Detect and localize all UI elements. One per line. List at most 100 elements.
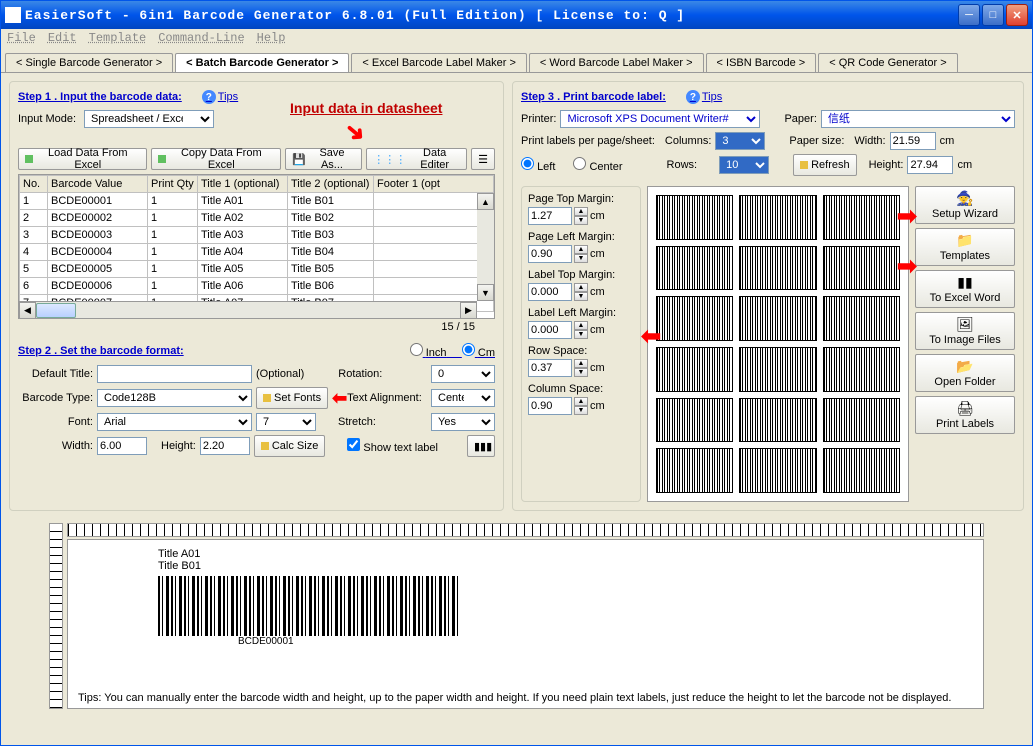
menu-help[interactable]: Help	[257, 31, 286, 47]
tab-word[interactable]: < Word Barcode Label Maker >	[529, 53, 704, 72]
paper-label: Paper:	[784, 113, 816, 125]
col-f1[interactable]: Footer 1 (opt	[374, 176, 494, 193]
to-image-files-button[interactable]: 🖼To Image Files	[915, 312, 1015, 350]
barcode-text: BCDE00001	[238, 636, 973, 647]
print-labels-button[interactable]: 🖨Print Labels	[915, 396, 1015, 434]
step3-tips-link[interactable]: Tips	[686, 90, 722, 104]
barcode-preview-area: Title A01 Title B01 BCDE00001 Tips: You …	[67, 539, 984, 709]
barcode-type-select[interactable]: Code128B	[97, 389, 252, 407]
columns-count-label: Columns:	[665, 135, 711, 147]
columns-select[interactable]: 3	[715, 132, 765, 150]
menu-bar: File Edit Template Command-Line Help	[1, 29, 1032, 49]
scroll-up-button[interactable]: ▲	[477, 193, 494, 210]
paper-width-label: Width:	[854, 135, 885, 147]
step1-tips-link[interactable]: Tips	[202, 90, 238, 104]
printer-select[interactable]: Microsoft XPS Document Writer#;1	[560, 110, 760, 128]
minimize-button[interactable]: ─	[958, 4, 980, 26]
text-align-select[interactable]: Center	[431, 389, 495, 407]
rotation-label: Rotation:	[338, 368, 382, 380]
menu-template[interactable]: Template	[89, 31, 147, 47]
label-left-input[interactable]	[528, 321, 572, 339]
data-grid[interactable]: No. Barcode Value Print Qty Title 1 (opt…	[18, 174, 495, 319]
scroll-down-button[interactable]: ▼	[477, 284, 494, 301]
font-select[interactable]: Arial	[97, 413, 252, 431]
unit-inch-radio[interactable]: Inch	[410, 347, 447, 359]
barcode-preview-button[interactable]: ▮▮▮	[467, 435, 495, 457]
width-input[interactable]	[97, 437, 147, 455]
optional-label: (Optional)	[256, 368, 304, 380]
templates-button[interactable]: 📁Templates	[915, 228, 1015, 266]
col-t2[interactable]: Title 2 (optional)	[288, 176, 374, 193]
left-panel: Step 1 . Input the barcode data: Tips In…	[9, 81, 504, 511]
align-left-radio[interactable]: Left	[521, 157, 555, 173]
font-size-select[interactable]: 7	[256, 413, 316, 431]
col-qty[interactable]: Print Qty	[148, 176, 198, 193]
ruler-horizontal	[67, 523, 984, 537]
step2-title: Step 2 . Set the barcode format:	[18, 345, 184, 357]
label-top-input[interactable]	[528, 283, 572, 301]
save-as-button[interactable]: 💾 Save As...	[285, 148, 362, 170]
page-left-input[interactable]	[528, 245, 572, 263]
paper-height-input[interactable]	[907, 156, 953, 174]
step1-title: Step 1 . Input the barcode data:	[18, 91, 182, 103]
paper-width-input[interactable]	[890, 132, 936, 150]
cm-label: cm	[940, 135, 955, 147]
tab-single[interactable]: < Single Barcode Generator >	[5, 53, 173, 72]
col-no[interactable]: No.	[20, 176, 48, 193]
data-editer-button[interactable]: ⋮⋮⋮ Data Editer	[366, 148, 467, 170]
cm-label: cm	[957, 159, 972, 171]
window-title: EasierSoft - 6in1 Barcode Generator 6.8.…	[25, 8, 956, 23]
calc-size-button[interactable]: Calc Size	[254, 435, 325, 457]
col-space-input[interactable]	[528, 397, 572, 415]
menu-file[interactable]: File	[7, 31, 36, 47]
input-mode-label: Input Mode:	[18, 113, 80, 125]
height-input[interactable]	[200, 437, 250, 455]
align-center-radio[interactable]: Center	[573, 157, 622, 173]
scroll-thumb[interactable]	[36, 303, 76, 318]
load-excel-button[interactable]: Load Data From Excel	[18, 148, 147, 170]
scroll-left-button[interactable]: ◀	[19, 302, 36, 319]
setup-wizard-button[interactable]: 🧙Setup Wizard	[915, 186, 1015, 224]
refresh-button[interactable]: Refresh	[793, 154, 857, 176]
preview-title1: Title A01	[158, 548, 973, 560]
extra-tools-button[interactable]: ☰	[471, 148, 495, 170]
stretch-label: Stretch:	[338, 416, 376, 428]
rows-select[interactable]: 10	[719, 156, 769, 174]
scroll-track[interactable]	[36, 302, 460, 319]
row-space-input[interactable]	[528, 359, 572, 377]
stretch-select[interactable]: Yes	[431, 413, 495, 431]
preview-title2: Title B01	[158, 560, 973, 572]
col-value[interactable]: Barcode Value	[48, 176, 148, 193]
width-label: Width:	[18, 440, 93, 452]
tab-batch[interactable]: < Batch Barcode Generator >	[175, 53, 349, 72]
default-title-input[interactable]	[97, 365, 252, 383]
tab-excel[interactable]: < Excel Barcode Label Maker >	[351, 53, 526, 72]
show-text-checkbox[interactable]: Show text label	[347, 438, 438, 454]
maximize-button[interactable]: □	[982, 4, 1004, 26]
text-align-label: Text Alignment:	[347, 392, 422, 404]
scroll-right-button[interactable]: ▶	[460, 302, 477, 319]
barcode-image	[158, 576, 458, 636]
tab-isbn[interactable]: < ISBN Barcode >	[706, 53, 817, 72]
title-bar: EasierSoft - 6in1 Barcode Generator 6.8.…	[1, 1, 1032, 29]
close-button[interactable]: ✕	[1006, 4, 1028, 26]
menu-commandline[interactable]: Command-Line	[158, 31, 244, 47]
rows-count-label: Rows:	[667, 159, 698, 171]
paper-height-label: Height:	[869, 159, 904, 171]
set-fonts-button[interactable]: Set Fonts	[256, 387, 328, 409]
copy-excel-button[interactable]: Copy Data From Excel	[151, 148, 281, 170]
bottom-tip: Tips: You can manually enter the barcode…	[78, 692, 973, 704]
unit-cm-radio[interactable]: Cm	[462, 347, 495, 359]
tab-qr[interactable]: < QR Code Generator >	[818, 53, 957, 72]
to-excel-word-button[interactable]: ▮▮To Excel Word	[915, 270, 1015, 308]
height-label: Height:	[161, 440, 196, 452]
paper-select[interactable]: 信纸	[821, 110, 1015, 128]
page-top-input[interactable]	[528, 207, 572, 225]
menu-edit[interactable]: Edit	[48, 31, 77, 47]
page-preview	[647, 186, 909, 502]
paper-size-label: Paper size:	[789, 135, 844, 147]
col-t1[interactable]: Title 1 (optional)	[198, 176, 288, 193]
input-mode-select[interactable]: Spreadsheet / Excel	[84, 110, 214, 128]
open-folder-button[interactable]: 📂Open Folder	[915, 354, 1015, 392]
rotation-select[interactable]: 0	[431, 365, 495, 383]
